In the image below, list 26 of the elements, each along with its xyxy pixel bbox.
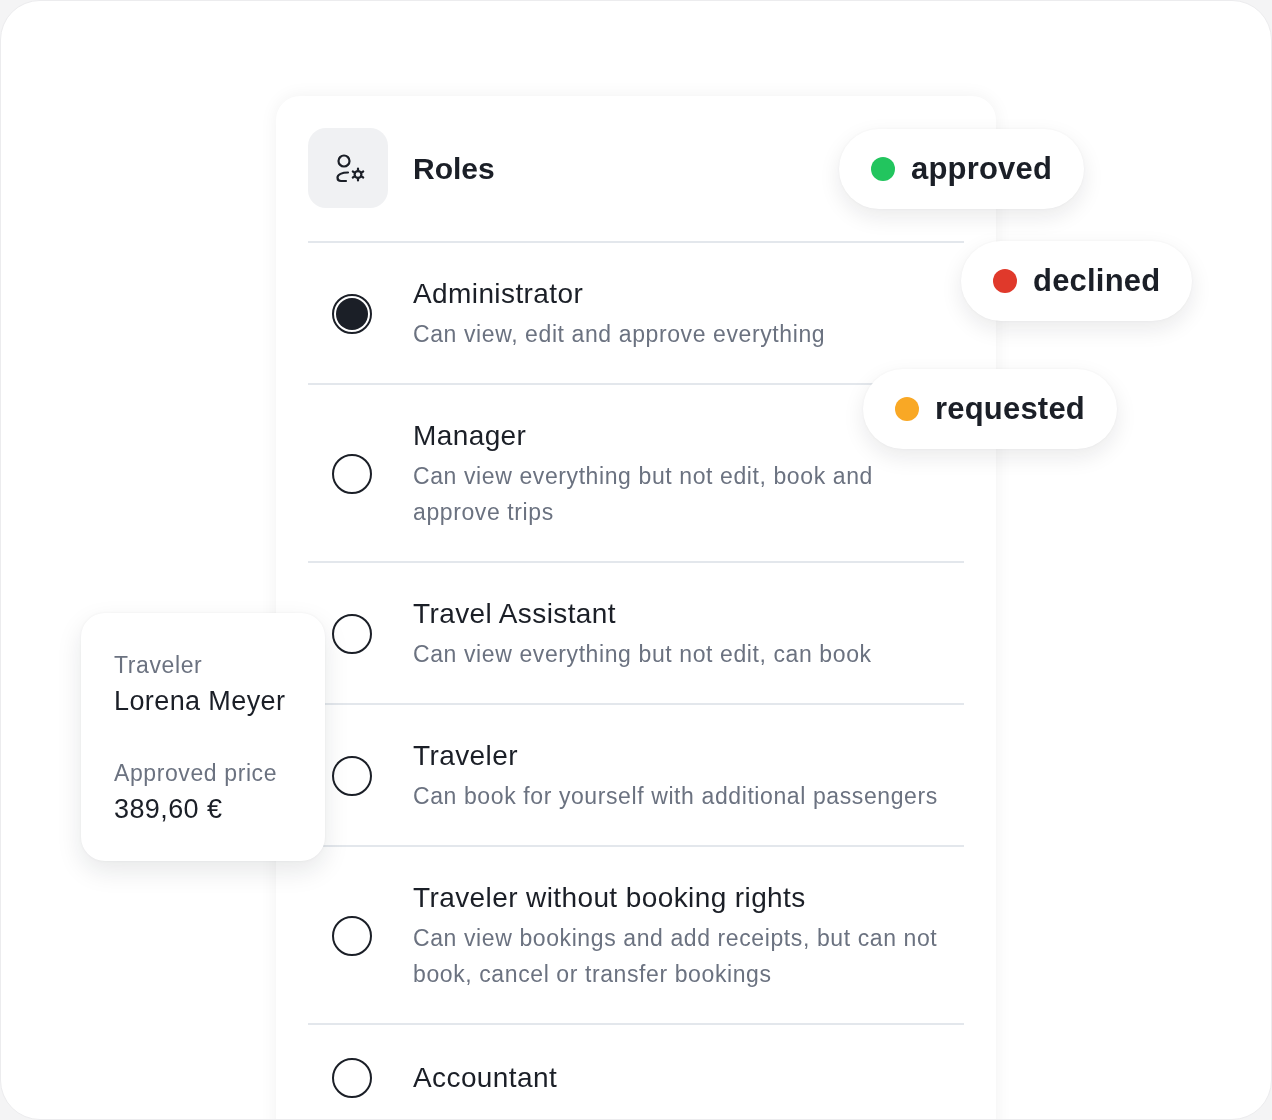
field-value: Lorena Meyer <box>114 685 287 718</box>
role-name: Administrator <box>413 277 585 311</box>
role-description: Can view bookings and add receipts, but can not book, cancel or transfer bookings <box>413 924 939 989</box>
field-label: Traveler <box>114 651 204 680</box>
role-name: Manager <box>413 419 528 453</box>
role-name: Travel Assistant <box>413 597 617 631</box>
person-gear-icon <box>308 128 388 208</box>
status-label: declined <box>1033 261 1161 300</box>
field-label: Approved price <box>114 759 279 788</box>
role-name: Accountant <box>413 1061 558 1095</box>
role-description: Can view everything but not edit, can book <box>413 640 872 669</box>
radio-button[interactable] <box>332 916 372 956</box>
radio-button[interactable] <box>332 294 372 334</box>
status-label: requested <box>935 389 1085 428</box>
role-description: Can view everything but not edit, book and approve trips <box>413 462 874 527</box>
field-value: 389,60 € <box>114 793 224 826</box>
radio-button[interactable] <box>332 756 372 796</box>
card-title: Roles <box>413 150 495 187</box>
role-name: Traveler without booking rights <box>413 881 807 915</box>
role-name: Traveler <box>413 739 519 773</box>
role-description: Can book for yourself with additional passengers <box>413 782 938 811</box>
radio-button[interactable] <box>332 1058 372 1098</box>
status-label: approved <box>911 149 1053 188</box>
role-description: Can view, edit and approve everything <box>413 320 826 349</box>
radio-button[interactable] <box>332 614 372 654</box>
radio-button[interactable] <box>332 454 372 494</box>
